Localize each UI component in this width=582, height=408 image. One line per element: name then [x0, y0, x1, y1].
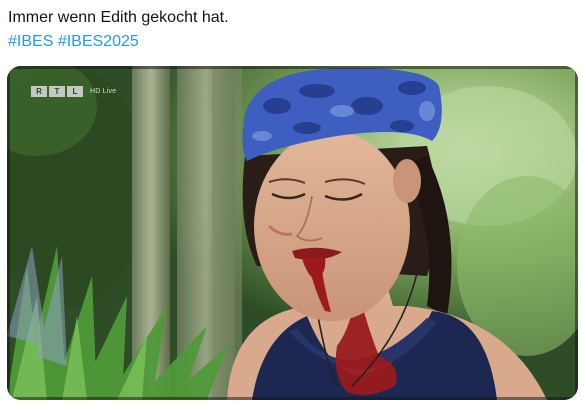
hd-live-badge: HD Live	[90, 88, 117, 95]
rtl-logo-letter: T	[49, 86, 65, 97]
tweet-media-image[interactable]: R T L HD Live	[7, 66, 578, 400]
rtl-channel-logo: R T L HD Live	[31, 86, 116, 97]
tweet-text: Immer wenn Edith gekocht hat.	[8, 9, 229, 26]
tv-screenshot-photo	[7, 66, 578, 400]
hashtag-ibes2025[interactable]: #IBES2025	[58, 33, 139, 50]
tweet-hashtags: #IBES #IBES2025	[8, 30, 139, 53]
rtl-logo-letter: L	[67, 86, 83, 97]
rtl-logo-letter: R	[31, 86, 47, 97]
tweet: Immer wenn Edith gekocht hat. #IBES #IBE…	[0, 0, 582, 408]
hashtag-ibes[interactable]: #IBES	[8, 33, 53, 50]
